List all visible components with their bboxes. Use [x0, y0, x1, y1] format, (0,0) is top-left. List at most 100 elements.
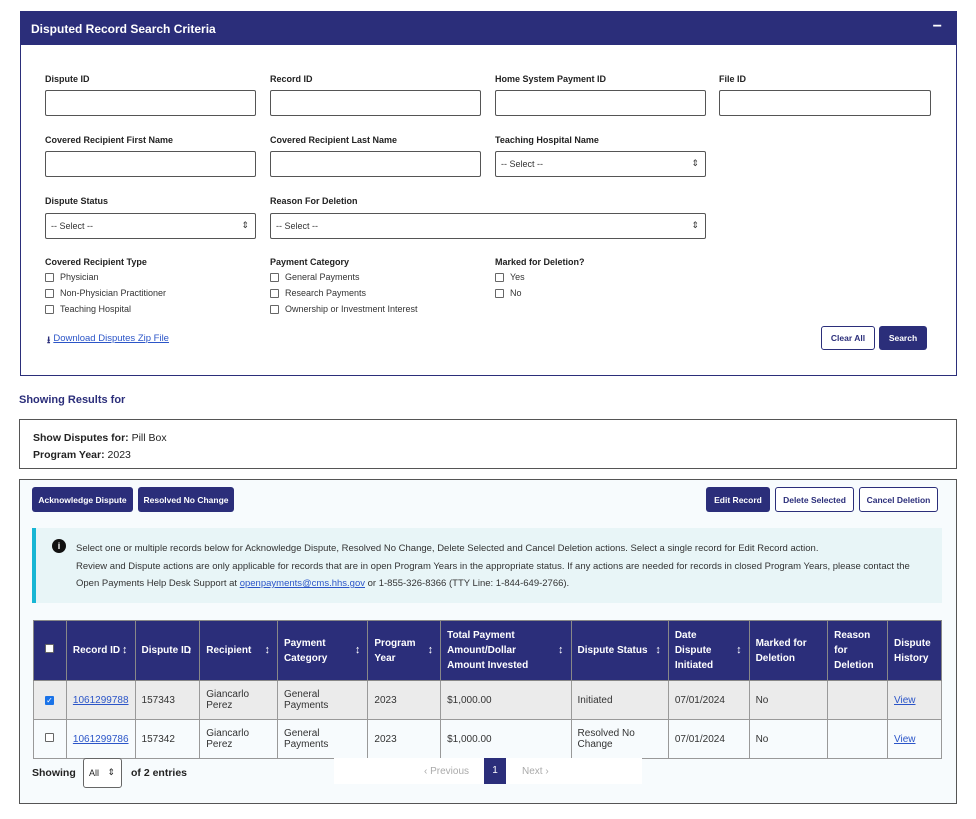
sort-icon[interactable]: ↕	[187, 643, 193, 658]
sort-icon[interactable]: ↕	[655, 643, 661, 658]
dispute-id-input[interactable]	[45, 90, 256, 116]
last-name-label: Covered Recipient Last Name	[270, 135, 398, 145]
info-line-2: Review and Dispute actions are only appl…	[76, 558, 930, 592]
header-dispute-status[interactable]: Dispute Status ↕	[570, 620, 669, 681]
chevron-updown-icon: ⇕	[691, 158, 699, 168]
clear-all-button[interactable]: Clear All	[821, 326, 875, 350]
header-marked-deletion: Marked for Deletion	[748, 620, 829, 681]
checkbox[interactable]	[270, 288, 279, 298]
header-label: Reason for Deletion	[834, 630, 874, 671]
recipient-type-group: Covered Recipient Type Physician Non-Phy…	[45, 257, 166, 317]
record-id-link[interactable]: 1061299788	[73, 695, 129, 706]
recipient-type-label: Covered Recipient Type	[45, 257, 147, 267]
header-total-amount[interactable]: Total Payment Amount/Dollar Amount Inves…	[440, 620, 572, 681]
date-cell: 07/01/2024	[667, 680, 750, 720]
panel-header: Disputed Record Search Criteria −	[21, 12, 956, 45]
dispute-status-label: Dispute Status	[45, 196, 109, 206]
checkbox-general[interactable]: General Payments	[270, 269, 418, 285]
header-record-id[interactable]: Record ID ↕	[65, 620, 136, 681]
row-checkbox[interactable]	[45, 733, 54, 742]
checkbox[interactable]	[45, 288, 54, 298]
header-label: Marked for Deletion	[755, 637, 807, 664]
checkbox[interactable]	[270, 304, 279, 314]
view-history-link[interactable]: View	[894, 734, 916, 745]
record-id-link[interactable]: 1061299786	[73, 734, 129, 745]
checkbox-non-physician[interactable]: Non-Physician Practitioner	[45, 285, 166, 301]
resolved-no-change-button[interactable]: Resolved No Change	[138, 487, 234, 512]
marked-deletion-label: Marked for Deletion?	[495, 257, 585, 267]
panel-title: Disputed Record Search Criteria	[31, 22, 216, 36]
option-label: Teaching Hospital	[60, 304, 132, 314]
date-cell: 07/01/2024	[667, 719, 750, 759]
record-id-cell: 1061299786	[65, 719, 136, 759]
checkbox[interactable]	[495, 288, 504, 298]
last-name-input[interactable]	[270, 151, 481, 177]
checkbox-ownership[interactable]: Ownership or Investment Interest	[270, 301, 418, 317]
first-name-input[interactable]	[45, 151, 256, 177]
header-program-year[interactable]: Program Year ↕	[367, 620, 442, 681]
header-date-initiated[interactable]: Date Dispute Initiated ↕	[667, 620, 750, 681]
view-history-link[interactable]: View	[894, 695, 916, 706]
recipient-cell: Giancarlo Perez	[199, 719, 278, 759]
file-id-input[interactable]	[719, 90, 931, 116]
dispute-id-cell: 157342	[134, 719, 201, 759]
checkbox-teaching-hospital[interactable]: Teaching Hospital	[45, 301, 166, 317]
results-summary: Show Disputes for: Pill Box Program Year…	[19, 419, 957, 469]
record-id-cell: 1061299788	[65, 680, 136, 720]
checkbox-physician[interactable]: Physician	[45, 269, 166, 285]
checkbox[interactable]	[270, 272, 279, 282]
info-line-1: Select one or multiple records below for…	[76, 543, 819, 554]
row-checkbox-checked[interactable]: ✓	[45, 695, 54, 705]
sort-icon[interactable]: ↕	[558, 643, 564, 658]
collapse-button[interactable]: −	[933, 18, 942, 36]
download-label: Download Disputes Zip File	[53, 333, 169, 344]
header-payment-category[interactable]: Payment Category ↕	[276, 620, 369, 681]
sort-icon[interactable]: ↕	[264, 643, 270, 658]
record-id-input[interactable]	[270, 90, 481, 116]
sort-icon[interactable]: ↕	[355, 643, 361, 658]
email-link[interactable]: openpayments@cms.hhs.gov	[240, 578, 365, 589]
checkbox-yes[interactable]: Yes	[495, 269, 585, 285]
previous-button[interactable]: ‹ Previous	[424, 766, 469, 777]
next-button[interactable]: Next ›	[522, 766, 549, 777]
download-zip-link[interactable]: ⭳ Download Disputes Zip File	[47, 333, 169, 349]
delete-selected-button[interactable]: Delete Selected	[775, 487, 854, 512]
year-value: 2023	[107, 449, 131, 461]
page-1-button[interactable]: 1	[484, 758, 506, 784]
dispute-id-label: Dispute ID	[45, 74, 90, 84]
year-cell: 2023	[367, 680, 442, 720]
marked-cell: No	[748, 680, 829, 720]
dispute-status-select[interactable]: -- Select -- ⇕	[45, 213, 256, 239]
header-recipient[interactable]: Recipient ↕	[199, 620, 278, 681]
page-size-select[interactable]: All ⇕	[83, 758, 122, 788]
reason-deletion-label: Reason For Deletion	[270, 196, 358, 206]
edit-record-button[interactable]: Edit Record	[706, 487, 770, 512]
reason-cell	[827, 680, 888, 720]
select-all-checkbox[interactable]	[45, 644, 54, 653]
home-payment-id-input[interactable]	[495, 90, 706, 116]
sort-icon[interactable]: ↕	[736, 643, 742, 658]
teaching-hospital-select[interactable]: -- Select -- ⇕	[495, 151, 706, 177]
header-dispute-id[interactable]: Dispute ID ↕	[134, 620, 201, 681]
sort-icon[interactable]: ↕	[428, 643, 434, 658]
header-reason-deletion: Reason for Deletion	[827, 620, 888, 681]
search-button[interactable]: Search	[879, 326, 927, 350]
select-value: -- Select --	[276, 221, 319, 231]
checkbox-no[interactable]: No	[495, 285, 585, 301]
checkbox-research[interactable]: Research Payments	[270, 285, 418, 301]
header-label: Dispute ID	[141, 645, 191, 656]
record-id-label: Record ID	[270, 74, 313, 84]
acknowledge-dispute-button[interactable]: Acknowledge Dispute	[32, 487, 133, 512]
sort-icon[interactable]: ↕	[122, 643, 128, 658]
dispute-id-cell: 157343	[134, 680, 201, 720]
cancel-deletion-button[interactable]: Cancel Deletion	[859, 487, 938, 512]
reason-deletion-select[interactable]: -- Select -- ⇕	[270, 213, 706, 239]
checkbox[interactable]	[495, 272, 504, 282]
chevron-updown-icon: ⇕	[241, 220, 249, 230]
checkbox[interactable]	[45, 272, 54, 282]
checkbox[interactable]	[45, 304, 54, 314]
file-id-label: File ID	[719, 74, 747, 84]
year-cell: 2023	[367, 719, 442, 759]
disputes-table: Record ID ↕ Dispute ID ↕ Recipient ↕ Paymen…	[33, 620, 942, 759]
page-size-value: All	[89, 768, 100, 778]
